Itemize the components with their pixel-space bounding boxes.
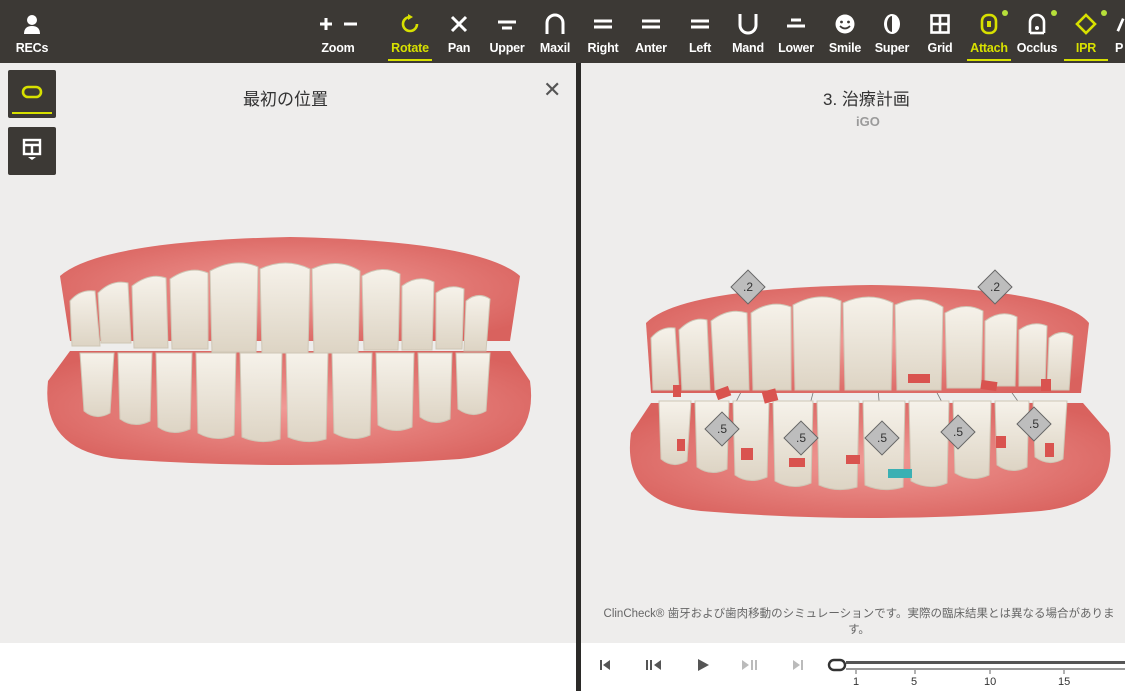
grid-label: Grid (927, 41, 953, 55)
step-back-icon (646, 660, 661, 670)
more-icon (1112, 12, 1125, 36)
lower-view-icon (776, 12, 816, 36)
rotate-icon (388, 12, 432, 36)
ipr-marker-bar (888, 469, 912, 478)
occlusion-indicator-dot (1051, 10, 1057, 16)
zoom-label: Zoom (321, 41, 355, 55)
skip-to-end-icon (793, 660, 803, 670)
ipr-value: .2 (743, 280, 753, 294)
last-stage-button[interactable] (791, 658, 805, 675)
recs-button[interactable]: RECs (8, 0, 56, 63)
mandibular-arch-icon (728, 12, 768, 36)
ipr-button[interactable]: IPR (1064, 0, 1108, 63)
maxillary-arch-icon (536, 12, 574, 36)
zoom-button[interactable]: Zoom (310, 0, 366, 63)
treatment-subtitle: iGO (856, 114, 880, 129)
upper-view-label: Upper (489, 41, 525, 55)
right-view-button[interactable]: Right (584, 0, 622, 63)
layout-select-button[interactable] (8, 127, 56, 175)
ipr-value: .5 (877, 431, 887, 445)
grid-icon (922, 12, 958, 36)
left-view-icon (682, 12, 718, 36)
treatment-teeth-model[interactable]: .2 .2 .5 .5 .5 .5 .5 (621, 203, 1111, 533)
stage-tick-label: 15 (1058, 676, 1071, 688)
ipr-diamond-icon (1064, 12, 1108, 36)
left-view-label: Left (688, 41, 712, 55)
occlusion-label: Occlus (1016, 41, 1058, 55)
split-view-icon (22, 138, 42, 165)
anterior-view-label: Anter (635, 41, 667, 55)
maxil-button[interactable]: Maxil (536, 0, 574, 63)
ipr-value: .5 (796, 431, 806, 445)
ipr-value: .5 (1029, 417, 1039, 431)
rotate-label: Rotate (391, 41, 429, 55)
occlusion-button[interactable]: Occlus (1016, 0, 1058, 63)
smile-label: Smile (828, 41, 862, 55)
aligner-icon (21, 84, 43, 105)
left-view-button[interactable]: Left (682, 0, 718, 63)
rotate-button[interactable]: Rotate (388, 0, 432, 63)
stage-tick-label: 5 (911, 676, 918, 688)
person-icon (8, 12, 56, 36)
anterior-view-icon (632, 12, 670, 36)
initial-teeth-model[interactable] (40, 231, 540, 471)
treatment-plan-panel[interactable]: 3. 治療計画 iGO .2 .2 .5 .5 .5 .5 .5 ClinChe… (581, 63, 1125, 643)
right-view-icon (584, 12, 622, 36)
lower-view-label: Lower (778, 41, 814, 55)
pan-label: Pan (447, 41, 471, 55)
upper-view-button[interactable]: Upper (486, 0, 528, 63)
superimpose-button[interactable]: Super (872, 0, 912, 63)
close-panel-button[interactable]: ✕ (543, 77, 561, 103)
next-stage-button[interactable] (740, 658, 758, 675)
stage-slider-thumb[interactable] (827, 658, 847, 672)
mand-button[interactable]: Mand (728, 0, 768, 63)
ipr-value: .2 (990, 280, 1000, 294)
stage-slider[interactable] (826, 656, 1125, 676)
mand-label: Mand (732, 41, 764, 55)
attach-label: Attach (970, 41, 1008, 55)
first-stage-button[interactable] (598, 658, 612, 675)
stage-tick-label: 1 (853, 676, 860, 688)
anterior-view-button[interactable]: Anter (632, 0, 670, 63)
step-forward-icon (742, 660, 757, 670)
panel-title-initial: 最初の位置 (243, 90, 328, 109)
smile-face-icon (826, 12, 864, 36)
right-view-label: Right (587, 41, 619, 55)
superimpose-icon (872, 12, 912, 36)
more-button[interactable]: P (1112, 0, 1125, 63)
attach-indicator-dot (1002, 10, 1008, 16)
maxil-label: Maxil (539, 41, 571, 55)
lower-view-button[interactable]: Lower (776, 0, 816, 63)
zoom-plus-minus-icon (310, 12, 366, 36)
pan-button[interactable]: Pan (440, 0, 478, 63)
panel-title-treatment: 3. 治療計画 (823, 90, 910, 109)
grid-button[interactable]: Grid (922, 0, 958, 63)
superimpose-label: Super (874, 41, 910, 55)
ipr-value: .5 (717, 422, 727, 436)
skip-to-start-icon (600, 660, 610, 670)
previous-stage-button[interactable] (645, 658, 663, 675)
initial-position-panel[interactable]: 最初の位置 ✕ (0, 63, 576, 643)
top-toolbar: RECs Zoom Rotate Pan Upper Maxil Right A… (0, 0, 1125, 63)
play-button[interactable] (696, 658, 710, 675)
clincheck-disclaimer: ClinCheck® 歯牙および歯肉移動のシミュレーションです。実際の臨床結果と… (603, 608, 1115, 636)
stage-tick-label: 10 (984, 676, 997, 688)
pan-arrows-icon (440, 12, 478, 36)
attach-button[interactable]: Attach (967, 0, 1011, 63)
ipr-label: IPR (1075, 41, 1097, 55)
upper-view-icon (486, 12, 528, 36)
ipr-indicator-dot (1101, 10, 1107, 16)
smile-button[interactable]: Smile (826, 0, 864, 63)
aligner-toggle-button[interactable] (8, 70, 56, 118)
recs-label: RECs (15, 41, 49, 55)
left-bottom-bar (0, 643, 576, 691)
more-label: P (1115, 41, 1124, 55)
ipr-value: .5 (953, 425, 963, 439)
play-icon (698, 659, 709, 671)
